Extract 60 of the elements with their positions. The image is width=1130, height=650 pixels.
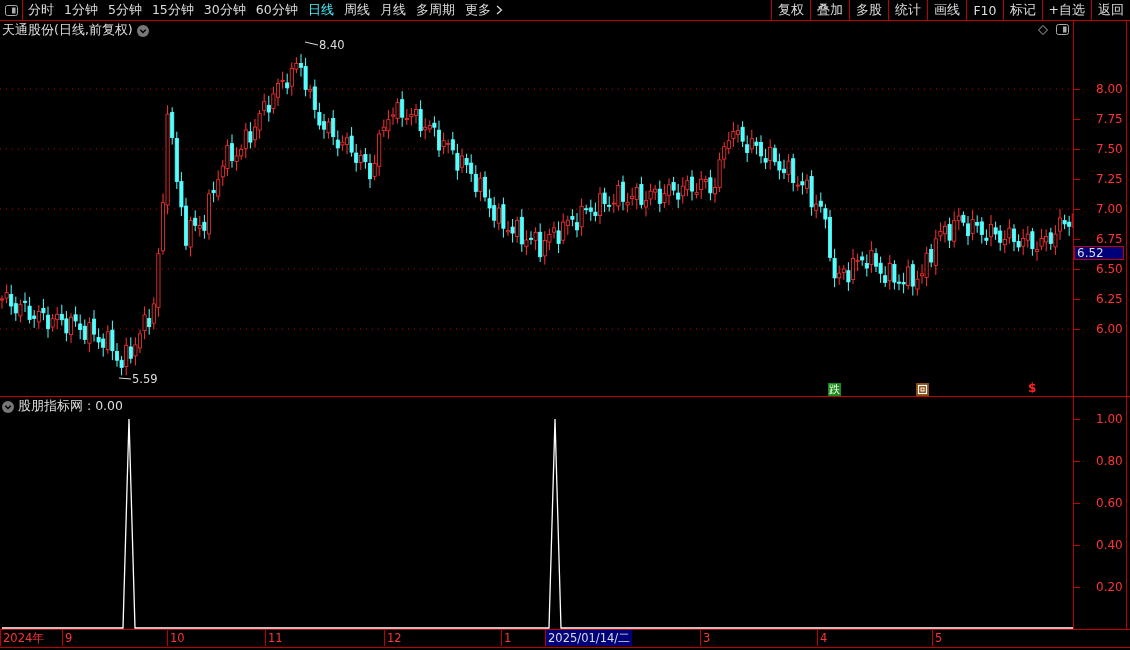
date-label: 5 bbox=[932, 630, 945, 646]
date-label: 9 bbox=[62, 630, 75, 646]
chevron-down-icon[interactable] bbox=[136, 24, 149, 37]
period-tab[interactable]: 1分钟 bbox=[59, 0, 103, 20]
period-tab[interactable]: 月线 bbox=[374, 0, 411, 20]
axis-label: 7.25 bbox=[1096, 172, 1123, 186]
layout-icon[interactable] bbox=[1056, 24, 1069, 35]
toolbar-button[interactable]: 返回 bbox=[1091, 0, 1130, 20]
leader-line bbox=[304, 41, 319, 46]
signal-mark: $ bbox=[1028, 381, 1037, 395]
axis-label: 7.00 bbox=[1096, 202, 1123, 216]
axis-label: 6.00 bbox=[1096, 322, 1123, 336]
signal-badge: 跌 bbox=[828, 383, 841, 396]
period-tab[interactable]: 5分钟 bbox=[102, 0, 147, 20]
axis-label: 6.75 bbox=[1096, 232, 1123, 246]
date-label: 4 bbox=[817, 630, 830, 646]
axis-label: 7.75 bbox=[1096, 112, 1123, 126]
price-label: 5.59 bbox=[132, 372, 158, 386]
toolbar-button[interactable]: 叠加 bbox=[810, 0, 850, 20]
axis-label: 0.20 bbox=[1096, 580, 1123, 594]
toolbar-button[interactable]: 画线 bbox=[927, 0, 967, 20]
axis-label: 0.80 bbox=[1096, 454, 1123, 468]
toolbar-button[interactable]: 标记 bbox=[1002, 0, 1042, 20]
date-label: 2025/01/14/二 bbox=[545, 630, 633, 646]
period-tab[interactable]: 15分钟 bbox=[146, 0, 199, 20]
square-marker-icon bbox=[916, 383, 929, 396]
toolbar-button[interactable]: 多股 bbox=[849, 0, 889, 20]
axis-label: 8.00 bbox=[1096, 82, 1123, 96]
chevron-right-icon bbox=[495, 5, 503, 15]
more-tab[interactable]: 更多 bbox=[459, 0, 496, 20]
date-label: 3 bbox=[700, 630, 713, 646]
chevron-down-icon[interactable] bbox=[2, 400, 14, 413]
period-tab[interactable]: 60分钟 bbox=[250, 0, 303, 20]
toolbar-button[interactable]: 复权 bbox=[771, 0, 811, 20]
toolbar-button[interactable]: F10 bbox=[966, 0, 1003, 20]
date-label: 10 bbox=[167, 630, 187, 646]
period-tab[interactable]: 30分钟 bbox=[198, 0, 251, 20]
axis-label: 0.60 bbox=[1096, 496, 1123, 510]
current-price-tag: 6.52 bbox=[1074, 246, 1124, 260]
toolbar-button[interactable]: +自选 bbox=[1041, 0, 1091, 20]
indicator-title: 股朋指标网 : 0.00 bbox=[18, 398, 123, 415]
diamond-icon[interactable] bbox=[1038, 24, 1048, 35]
axis-label: 1.00 bbox=[1096, 412, 1123, 426]
axis-label: 6.50 bbox=[1096, 262, 1123, 276]
period-tab[interactable]: 周线 bbox=[338, 0, 375, 20]
axis-label: 6.25 bbox=[1096, 292, 1123, 306]
leader-line bbox=[118, 377, 132, 380]
layout-icon[interactable] bbox=[4, 4, 18, 16]
date-label: 11 bbox=[265, 630, 285, 646]
period-tab[interactable]: 日线 bbox=[302, 0, 339, 20]
period-tab[interactable]: 多周期 bbox=[410, 0, 460, 20]
date-label: 1 bbox=[501, 630, 514, 646]
toolbar-button[interactable]: 统计 bbox=[888, 0, 928, 20]
date-label: 12 bbox=[384, 630, 404, 646]
axis-label: 7.50 bbox=[1096, 142, 1123, 156]
period-tab[interactable]: 分时 bbox=[23, 0, 59, 20]
axis-label: 0.40 bbox=[1096, 538, 1123, 552]
chart-title: 天通股份(日线,前复权) bbox=[2, 22, 133, 39]
date-label: 2024年 bbox=[0, 630, 47, 646]
price-label: 8.40 bbox=[319, 38, 345, 52]
